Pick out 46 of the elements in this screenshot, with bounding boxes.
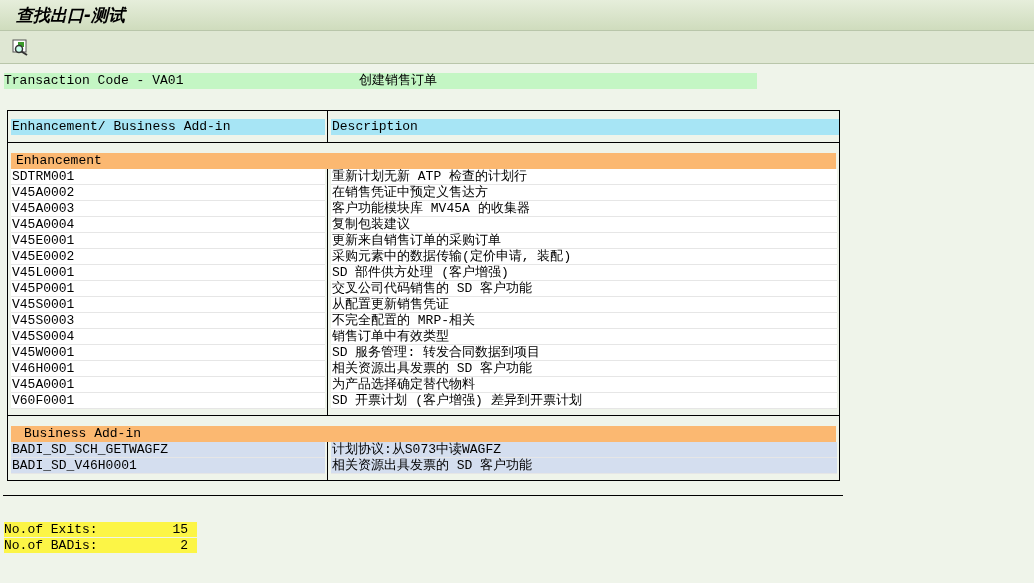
count-value: 15: [172, 522, 188, 537]
column-header: Description: [331, 118, 839, 135]
find-icon[interactable]: [12, 38, 29, 56]
exit-name: SDTRM001: [11, 169, 325, 185]
exit-description: 更新来自销售订单的采购订单: [331, 233, 837, 249]
exit-name: V45A0002: [11, 185, 325, 201]
count-label: No.of Exits:: [4, 522, 98, 537]
exit-description: 在销售凭证中预定义售达方: [331, 185, 837, 201]
section-header: Business Add-in: [11, 426, 836, 442]
exit-name: V45W0001: [11, 345, 325, 361]
exit-description: 采购元素中的数据传输(定价申请, 装配): [331, 249, 837, 265]
exit-description: 重新计划无新 ATP 检查的计划行: [331, 169, 837, 185]
column-header: Enhancement/ Business Add-in: [11, 118, 325, 135]
section-header: Enhancement: [11, 153, 836, 169]
exit-description: 从配置更新销售凭证: [331, 297, 837, 313]
exit-name: V45E0001: [11, 233, 325, 249]
exit-name: V60F0001: [11, 393, 325, 409]
exit-name: V45L0001: [11, 265, 325, 281]
count-label: No.of BADis:: [4, 538, 98, 553]
exit-name: V46H0001: [11, 361, 325, 377]
count-value: 2: [180, 538, 188, 553]
exit-name: V45A0004: [11, 217, 325, 233]
window-title: 查找出口-测试: [16, 7, 126, 23]
transaction-description: 创建销售订单: [359, 73, 437, 89]
exit-description: 销售订单中有效类型: [331, 329, 837, 345]
exit-description: SD 部件供方处理 (客户增强): [331, 265, 837, 281]
exit-name: V45A0001: [11, 377, 325, 393]
exit-name: V45S0004: [11, 329, 325, 345]
exit-description: 不完全配置的 MRP-相关: [331, 313, 837, 329]
exit-description: 计划协议:从S073中读WAGFZ: [331, 442, 837, 458]
exit-name: BADI_SD_V46H0001: [11, 458, 325, 474]
exit-description: 相关资源出具发票的 SD 客户功能: [331, 458, 837, 474]
exit-name: V45P0001: [11, 281, 325, 297]
exit-description: 复制包装建议: [331, 217, 837, 233]
exit-description: 相关资源出具发票的 SD 客户功能: [331, 361, 837, 377]
exit-description: SD 服务管理: 转发合同数据到项目: [331, 345, 837, 361]
exit-name: V45S0003: [11, 313, 325, 329]
exit-name: V45S0001: [11, 297, 325, 313]
exit-description: 客户功能模块库 MV45A 的收集器: [331, 201, 837, 217]
exit-description: 交叉公司代码销售的 SD 客户功能: [331, 281, 837, 297]
exit-name: V45E0002: [11, 249, 325, 265]
exit-description: SD 开票计划 (客户增强) 差异到开票计划: [331, 393, 837, 409]
exit-name: V45A0003: [11, 201, 325, 217]
transaction-code: Transaction Code - VA01: [4, 73, 185, 89]
exit-name: BADI_SD_SCH_GETWAGFZ: [11, 442, 325, 458]
exit-description: 为产品选择确定替代物料: [331, 377, 837, 393]
